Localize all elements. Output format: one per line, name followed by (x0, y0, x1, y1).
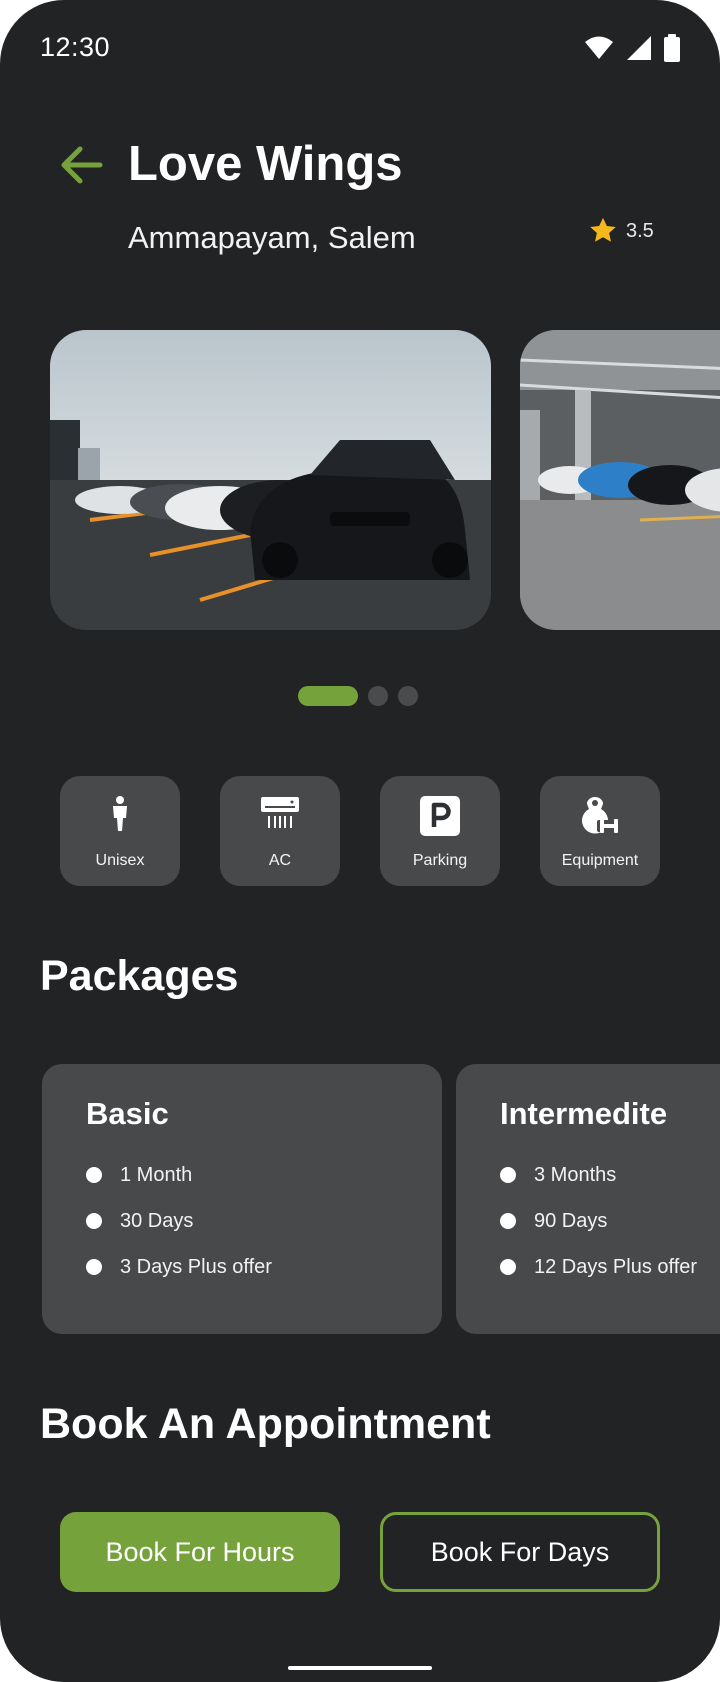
carousel-dot-1[interactable] (298, 686, 358, 706)
parking-lot-photo (50, 330, 491, 630)
package-feature: 30 Days (86, 1198, 272, 1244)
package-feature: 1 Month (86, 1152, 272, 1198)
air-conditioner-icon (261, 797, 299, 828)
amenity-label: Unisex (95, 852, 145, 869)
book-for-hours-button[interactable]: Book For Hours (60, 1512, 340, 1592)
parking-icon (420, 796, 460, 836)
status-bar: 12:30 (40, 28, 680, 68)
amenity-label: AC (268, 852, 292, 869)
amenity-label: Parking (412, 852, 468, 869)
package-card-basic[interactable]: Basic 1 Month 30 Days 3 Days Plus offer (42, 1064, 442, 1334)
parking-garage-photo (520, 330, 720, 630)
package-features: 1 Month 30 Days 3 Days Plus offer (86, 1152, 272, 1290)
amenity-parking[interactable]: Parking (380, 776, 500, 886)
page-title: Love Wings (128, 137, 403, 191)
kettlebell-dumbbell-icon (582, 797, 621, 834)
package-name: Basic (86, 1096, 169, 1131)
carousel-slide-parking-garage[interactable] (520, 330, 720, 630)
package-card-intermediate[interactable]: Intermedite 3 Months 90 Days 12 Days Plu… (456, 1064, 720, 1334)
amenity-label: Equipment (561, 852, 639, 869)
carousel-slide-parking-lot[interactable] (50, 330, 491, 630)
image-carousel[interactable] (0, 330, 720, 630)
back-button[interactable] (56, 140, 106, 190)
star-icon (590, 217, 616, 242)
rating: 3.5 (588, 216, 654, 246)
amenities-row: Unisex AC Parking Equipment (60, 776, 660, 886)
packages-carousel[interactable]: Basic 1 Month 30 Days 3 Days Plus offer … (0, 1064, 720, 1336)
amenity-ac[interactable]: AC (220, 776, 340, 886)
status-icons (584, 34, 680, 62)
carousel-pagination (298, 686, 418, 706)
amenity-equipment[interactable]: Equipment (540, 776, 660, 886)
home-indicator[interactable] (288, 1666, 432, 1670)
wifi-icon (585, 36, 613, 59)
header: Love Wings Ammapayam, Salem 3.5 (0, 130, 720, 270)
package-name: Intermedite (500, 1096, 668, 1131)
rating-value: 3.5 (626, 219, 654, 242)
battery-icon (664, 34, 680, 62)
package-feature: 3 Days Plus offer (86, 1244, 272, 1290)
package-feature: 12 Days Plus offer (500, 1244, 697, 1290)
package-features: 3 Months 90 Days 12 Days Plus offer (500, 1152, 697, 1290)
app-screen: 12:30 Love Wings Ammapayam, Salem 3.5 Un… (0, 0, 720, 1682)
booking-actions: Book For Hours Book For Days (60, 1512, 660, 1592)
appointment-title: Book An Appointment (40, 1400, 491, 1448)
carousel-dot-2[interactable] (368, 686, 388, 706)
amenity-unisex[interactable]: Unisex (60, 776, 180, 886)
person-icon (113, 796, 127, 831)
status-time: 12:30 (40, 32, 111, 62)
arrow-left-icon (61, 146, 103, 184)
carousel-dot-3[interactable] (398, 686, 418, 706)
package-feature: 3 Months (500, 1152, 697, 1198)
book-for-days-button[interactable]: Book For Days (380, 1512, 660, 1592)
location-text: Ammapayam, Salem (128, 220, 416, 255)
signal-icon (627, 36, 651, 60)
package-feature: 90 Days (500, 1198, 697, 1244)
packages-title: Packages (40, 952, 239, 1000)
